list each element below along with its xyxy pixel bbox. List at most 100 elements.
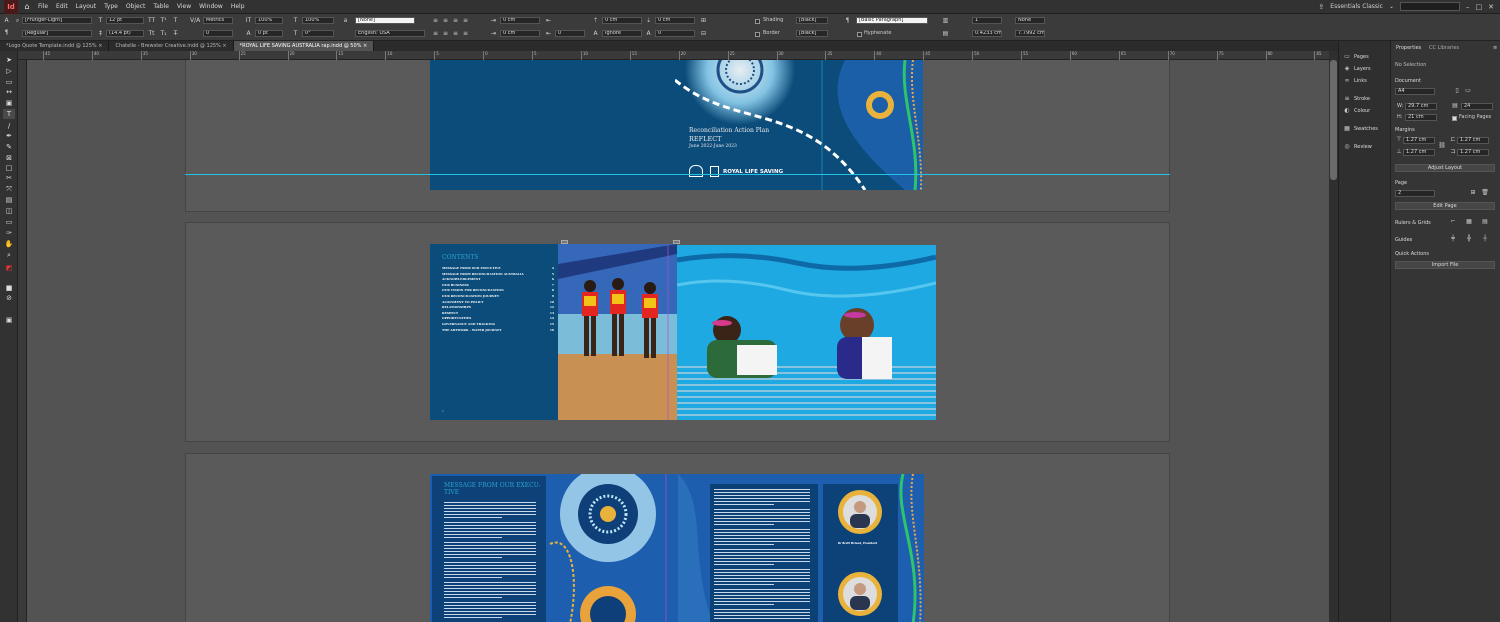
line-tool-icon[interactable]: / xyxy=(3,121,15,131)
gradient-tool-icon[interactable]: ▤ xyxy=(3,195,15,205)
menu-view[interactable]: View xyxy=(173,3,195,10)
dropcap-lines-field[interactable]: Ignore xyxy=(602,30,642,37)
free-transform-tool-icon[interactable]: ⤧ xyxy=(3,184,15,194)
font-size-field[interactable]: 12 pt xyxy=(106,17,144,24)
guides-show-icon[interactable]: ╪ xyxy=(1449,235,1457,243)
add-page-icon[interactable]: ⊞ xyxy=(1469,189,1477,197)
margin-outside-field[interactable]: 1.27 cm xyxy=(1457,149,1489,156)
baseline-grid-icon[interactable]: ▤ xyxy=(1481,218,1489,226)
language-field[interactable]: English: USA xyxy=(355,30,425,37)
underline-icon[interactable]: T xyxy=(172,17,179,24)
char-mode-icon[interactable]: A xyxy=(3,17,10,24)
menu-edit[interactable]: Edit xyxy=(52,3,72,10)
tracking-field[interactable]: 0 xyxy=(203,30,233,37)
close-icon[interactable]: × xyxy=(363,43,367,49)
eyedropper-tool-icon[interactable]: ✑ xyxy=(3,228,15,238)
home-icon[interactable]: ⌂ xyxy=(20,0,34,14)
dock-links[interactable]: ∞ Links xyxy=(1343,77,1367,84)
pen-tool-icon[interactable]: ✒ xyxy=(3,131,15,141)
delete-page-icon[interactable]: 🗑 xyxy=(1481,189,1489,197)
column-width-field[interactable]: 7.7992 cm xyxy=(1015,30,1045,37)
adjust-layout-button[interactable]: Adjust Layout xyxy=(1395,164,1495,172)
hscale-field[interactable]: 100% xyxy=(302,17,334,24)
horizontal-ruler[interactable]: 45 40 35 30 25 20 15 10 5 0 5 10 15 20 25 30 35 40 45 50 55 6… xyxy=(18,51,1419,60)
pencil-tool-icon[interactable]: ✎ xyxy=(3,142,15,152)
font-search-icon[interactable]: ⌕ xyxy=(14,17,21,24)
leading-field[interactable]: (14.4 pt) xyxy=(106,30,144,37)
dock-colour[interactable]: ◐ Colour xyxy=(1343,107,1370,114)
share-icon[interactable]: ⇪ xyxy=(1318,3,1324,11)
justify-right-icon[interactable]: ≡ xyxy=(452,30,459,37)
note-tool-icon[interactable]: ▭ xyxy=(3,217,15,227)
menu-window[interactable]: Window xyxy=(195,3,227,10)
dock-swatches[interactable]: ▦ Swatches xyxy=(1343,125,1378,132)
import-file-button[interactable]: Import File xyxy=(1395,261,1495,269)
app-logo-icon[interactable]: Id xyxy=(4,0,18,14)
margin-top-field[interactable]: 1.27 cm xyxy=(1403,137,1435,144)
para-style-field[interactable]: [Basic Paragraph] xyxy=(856,17,928,24)
kerning-field[interactable]: Metrics xyxy=(203,17,233,24)
gap-tool-icon[interactable]: ↔ xyxy=(3,87,15,97)
menu-table[interactable]: Table xyxy=(149,3,173,10)
screen-mode-icon[interactable]: ▣ xyxy=(3,315,15,325)
search-input[interactable] xyxy=(1400,2,1460,11)
border-checkbox[interactable] xyxy=(755,32,760,37)
dock-stroke[interactable]: ≡ Stroke xyxy=(1343,95,1369,102)
dock-layers[interactable]: ◈ Layers xyxy=(1343,65,1371,72)
fill-stroke-icon[interactable]: ◩ xyxy=(3,263,15,273)
gutter-field[interactable]: 0.4233 cm xyxy=(972,30,1002,37)
page-tool-icon[interactable]: ▭ xyxy=(3,77,15,87)
baseline-field[interactable]: 0 pt xyxy=(255,30,283,37)
page-contents[interactable]: CONTENTS MESSAGE FROM OUR EXECUTIVE 4 MESS… xyxy=(430,244,558,420)
close-icon[interactable]: × xyxy=(222,43,226,49)
font-style-field[interactable]: [Regular] xyxy=(22,30,92,37)
page-anchor-icon[interactable] xyxy=(673,240,680,244)
scrollbar-thumb[interactable] xyxy=(1330,60,1337,180)
span-columns-field[interactable]: None xyxy=(1015,17,1045,24)
subscript-icon[interactable]: T₁ xyxy=(160,30,167,37)
first-indent-field[interactable]: 0 cm xyxy=(500,30,540,37)
margin-inside-field[interactable]: 1.27 cm xyxy=(1457,137,1489,144)
strikethrough-icon[interactable]: T̶ xyxy=(172,30,179,37)
panel-menu-icon[interactable]: ≡ xyxy=(1493,45,1497,51)
dropcap-chars-field[interactable]: 0 xyxy=(655,30,695,37)
grid-icon[interactable]: ▦ xyxy=(1465,218,1473,226)
page-size-select[interactable]: A4 xyxy=(1395,88,1435,95)
justify-left-icon[interactable]: ≡ xyxy=(432,30,439,37)
small-caps-icon[interactable]: Tt xyxy=(148,30,155,37)
hand-tool-icon[interactable]: ✋ xyxy=(3,239,15,249)
page-front-cover[interactable]: Reconciliation Action Plan REFLECT June … xyxy=(675,60,923,190)
guide-line[interactable] xyxy=(185,174,1170,175)
dock-pages[interactable]: ▭ Pages xyxy=(1343,53,1369,60)
hyphenate-checkbox[interactable] xyxy=(857,32,862,37)
workspace-switcher[interactable]: Essentials Classic xyxy=(1330,3,1383,10)
left-indent-field[interactable]: 0 cm xyxy=(500,17,540,24)
page-select[interactable]: 2 xyxy=(1395,190,1435,197)
selection-tool-icon[interactable]: ➤ xyxy=(3,55,15,65)
rectangle-frame-tool-icon[interactable]: ⊠ xyxy=(3,153,15,163)
photo-girls-pool[interactable] xyxy=(677,245,936,420)
maximize-icon[interactable]: □ xyxy=(1476,3,1483,11)
tab-logo-quote[interactable]: *Logo Quote Template.indd @ 125% × xyxy=(0,41,110,51)
para-mode-icon[interactable]: ¶ xyxy=(3,29,10,36)
photo-lifeguards[interactable] xyxy=(558,244,677,420)
smart-guides-icon[interactable]: ┼ xyxy=(1481,235,1489,243)
justify-all-icon[interactable]: ≡ xyxy=(462,30,469,37)
rectangle-tool-icon[interactable]: □ xyxy=(3,163,15,173)
char-style-field[interactable]: [None] xyxy=(355,17,415,24)
superscript-icon[interactable]: T¹ xyxy=(160,17,167,24)
scissors-tool-icon[interactable]: ✂ xyxy=(3,173,15,183)
page-anchor-icon[interactable] xyxy=(561,240,568,244)
font-family-field[interactable]: [Frutiger-Light] xyxy=(22,17,92,24)
close-icon[interactable]: × xyxy=(98,43,102,49)
space-after-field[interactable]: 0 cm xyxy=(655,17,695,24)
facing-pages-checkbox[interactable] xyxy=(1452,116,1457,121)
link-margins-icon[interactable]: ⛓ xyxy=(1438,142,1446,150)
tab-royal-life-saving[interactable]: *ROYAL LIFE SAVING AUSTRALIA rap.indd @ … xyxy=(233,41,375,51)
align-left-icon[interactable]: ≡ xyxy=(432,17,439,24)
drop-cap-field[interactable]: 0 xyxy=(555,30,585,37)
border-swatch-field[interactable]: [Black] xyxy=(796,30,828,37)
minimize-icon[interactable]: – xyxy=(1466,3,1470,11)
margin-bottom-field[interactable]: 1.27 cm xyxy=(1403,149,1435,156)
baseline-grid-icon[interactable]: ⊟ xyxy=(700,30,707,37)
